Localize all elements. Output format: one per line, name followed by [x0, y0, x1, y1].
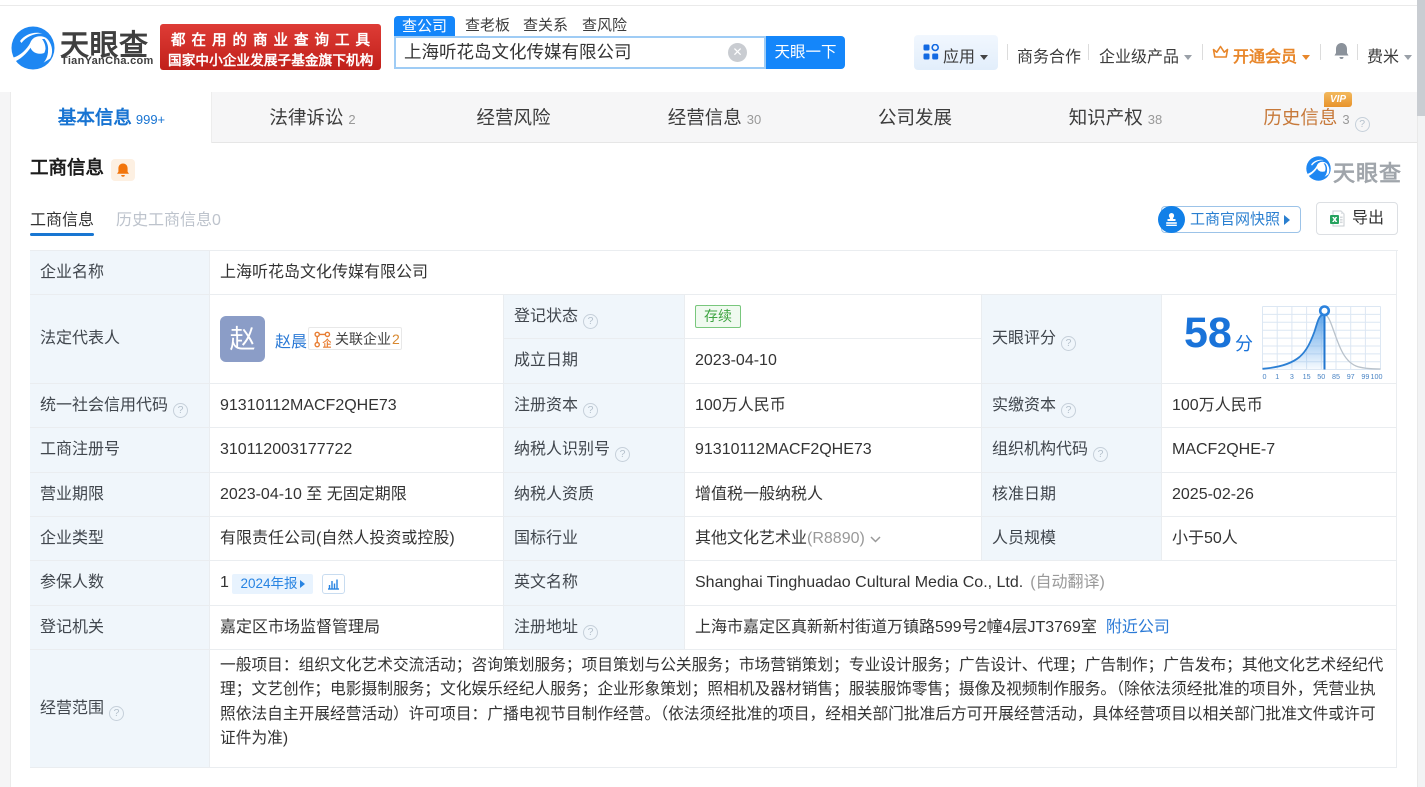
- svg-text:15: 15: [1303, 372, 1311, 381]
- svg-text:0: 0: [1263, 372, 1267, 381]
- svg-text:100: 100: [1371, 372, 1383, 381]
- svg-text:50: 50: [1317, 372, 1325, 381]
- svg-text:99: 99: [1361, 372, 1369, 381]
- svg-text:1: 1: [1275, 372, 1279, 381]
- svg-text:97: 97: [1347, 372, 1355, 381]
- svg-text:企: 企: [321, 338, 331, 348]
- svg-text:85: 85: [1332, 372, 1340, 381]
- svg-text:3: 3: [1290, 372, 1294, 381]
